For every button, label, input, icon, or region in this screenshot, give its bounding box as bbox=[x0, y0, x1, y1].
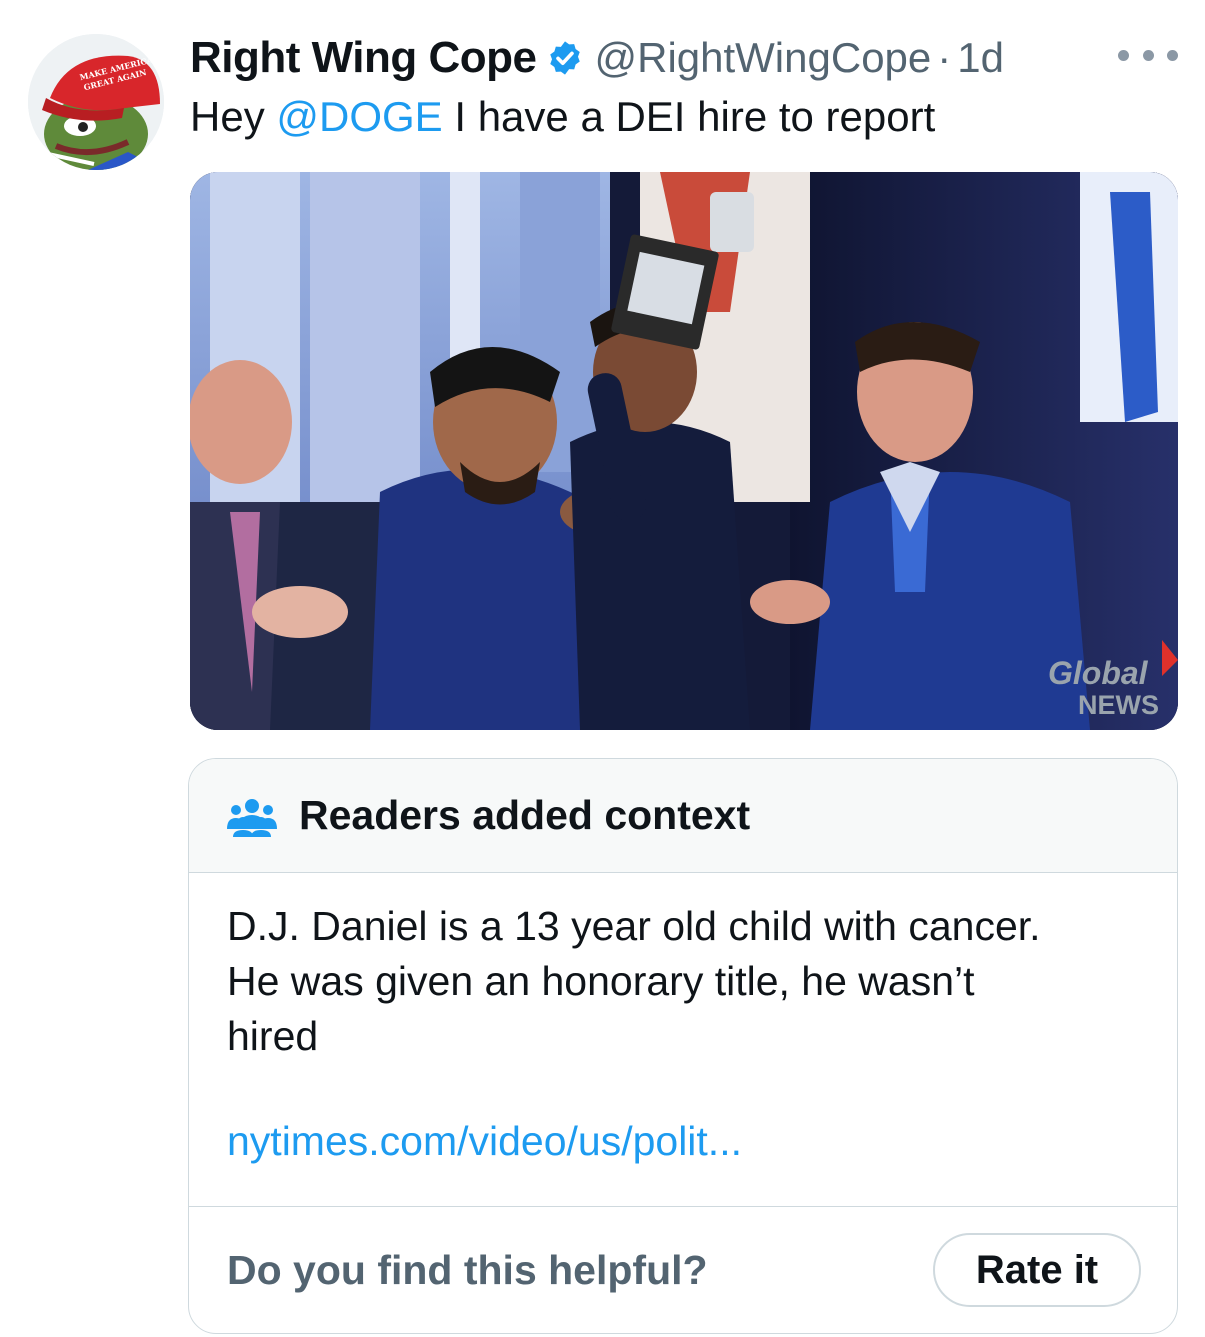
note-footer: Do you find this helpful? Rate it bbox=[189, 1207, 1177, 1333]
note-body-line: He was given an honorary title, he wasn’… bbox=[227, 958, 975, 1004]
timestamp[interactable]: 1d bbox=[957, 34, 1004, 82]
note-body-line: hired bbox=[227, 1013, 319, 1059]
mention-link[interactable]: @DOGE bbox=[276, 93, 442, 140]
author-handle[interactable]: @RightWingCope bbox=[594, 34, 931, 82]
note-title: Readers added context bbox=[299, 792, 751, 838]
tweet-text-suffix: I have a DEI hire to report bbox=[442, 93, 936, 140]
note-header: Readers added context bbox=[189, 759, 1177, 873]
tweet-text-prefix: Hey bbox=[190, 93, 277, 140]
avatar[interactable]: MAKE AMERICA GREAT AGAIN bbox=[28, 34, 164, 170]
community-note: Readers added context D.J. Daniel is a 1… bbox=[188, 758, 1178, 1334]
rate-it-button[interactable]: Rate it bbox=[933, 1233, 1141, 1307]
tweet-photo[interactable]: Global NEWS bbox=[190, 172, 1178, 730]
more-options-icon[interactable] bbox=[1118, 38, 1178, 72]
people-icon bbox=[227, 795, 277, 837]
tweet-header: Right Wing Cope @RightWingCope · 1d bbox=[190, 30, 1004, 86]
photo-scene: Global NEWS bbox=[190, 172, 1178, 730]
avatar-image: MAKE AMERICA GREAT AGAIN bbox=[28, 34, 164, 170]
watermark-news: NEWS bbox=[1078, 690, 1159, 720]
note-body: D.J. Daniel is a 13 year old child with … bbox=[189, 873, 1177, 1207]
verified-badge-icon bbox=[546, 39, 584, 77]
separator-dot: · bbox=[937, 34, 952, 81]
more-dot bbox=[1167, 49, 1178, 61]
author-name[interactable]: Right Wing Cope bbox=[190, 33, 537, 83]
more-dot bbox=[1118, 49, 1129, 61]
watermark-global: Global bbox=[1048, 655, 1149, 691]
helpful-question: Do you find this helpful? bbox=[227, 1246, 708, 1293]
more-dot bbox=[1142, 49, 1154, 61]
note-body-line: D.J. Daniel is a 13 year old child with … bbox=[227, 903, 1041, 949]
tweet-text: Hey @DOGE I have a DEI hire to report bbox=[190, 92, 935, 142]
note-source-link[interactable]: nytimes.com/video/us/polit... bbox=[227, 1114, 1139, 1169]
